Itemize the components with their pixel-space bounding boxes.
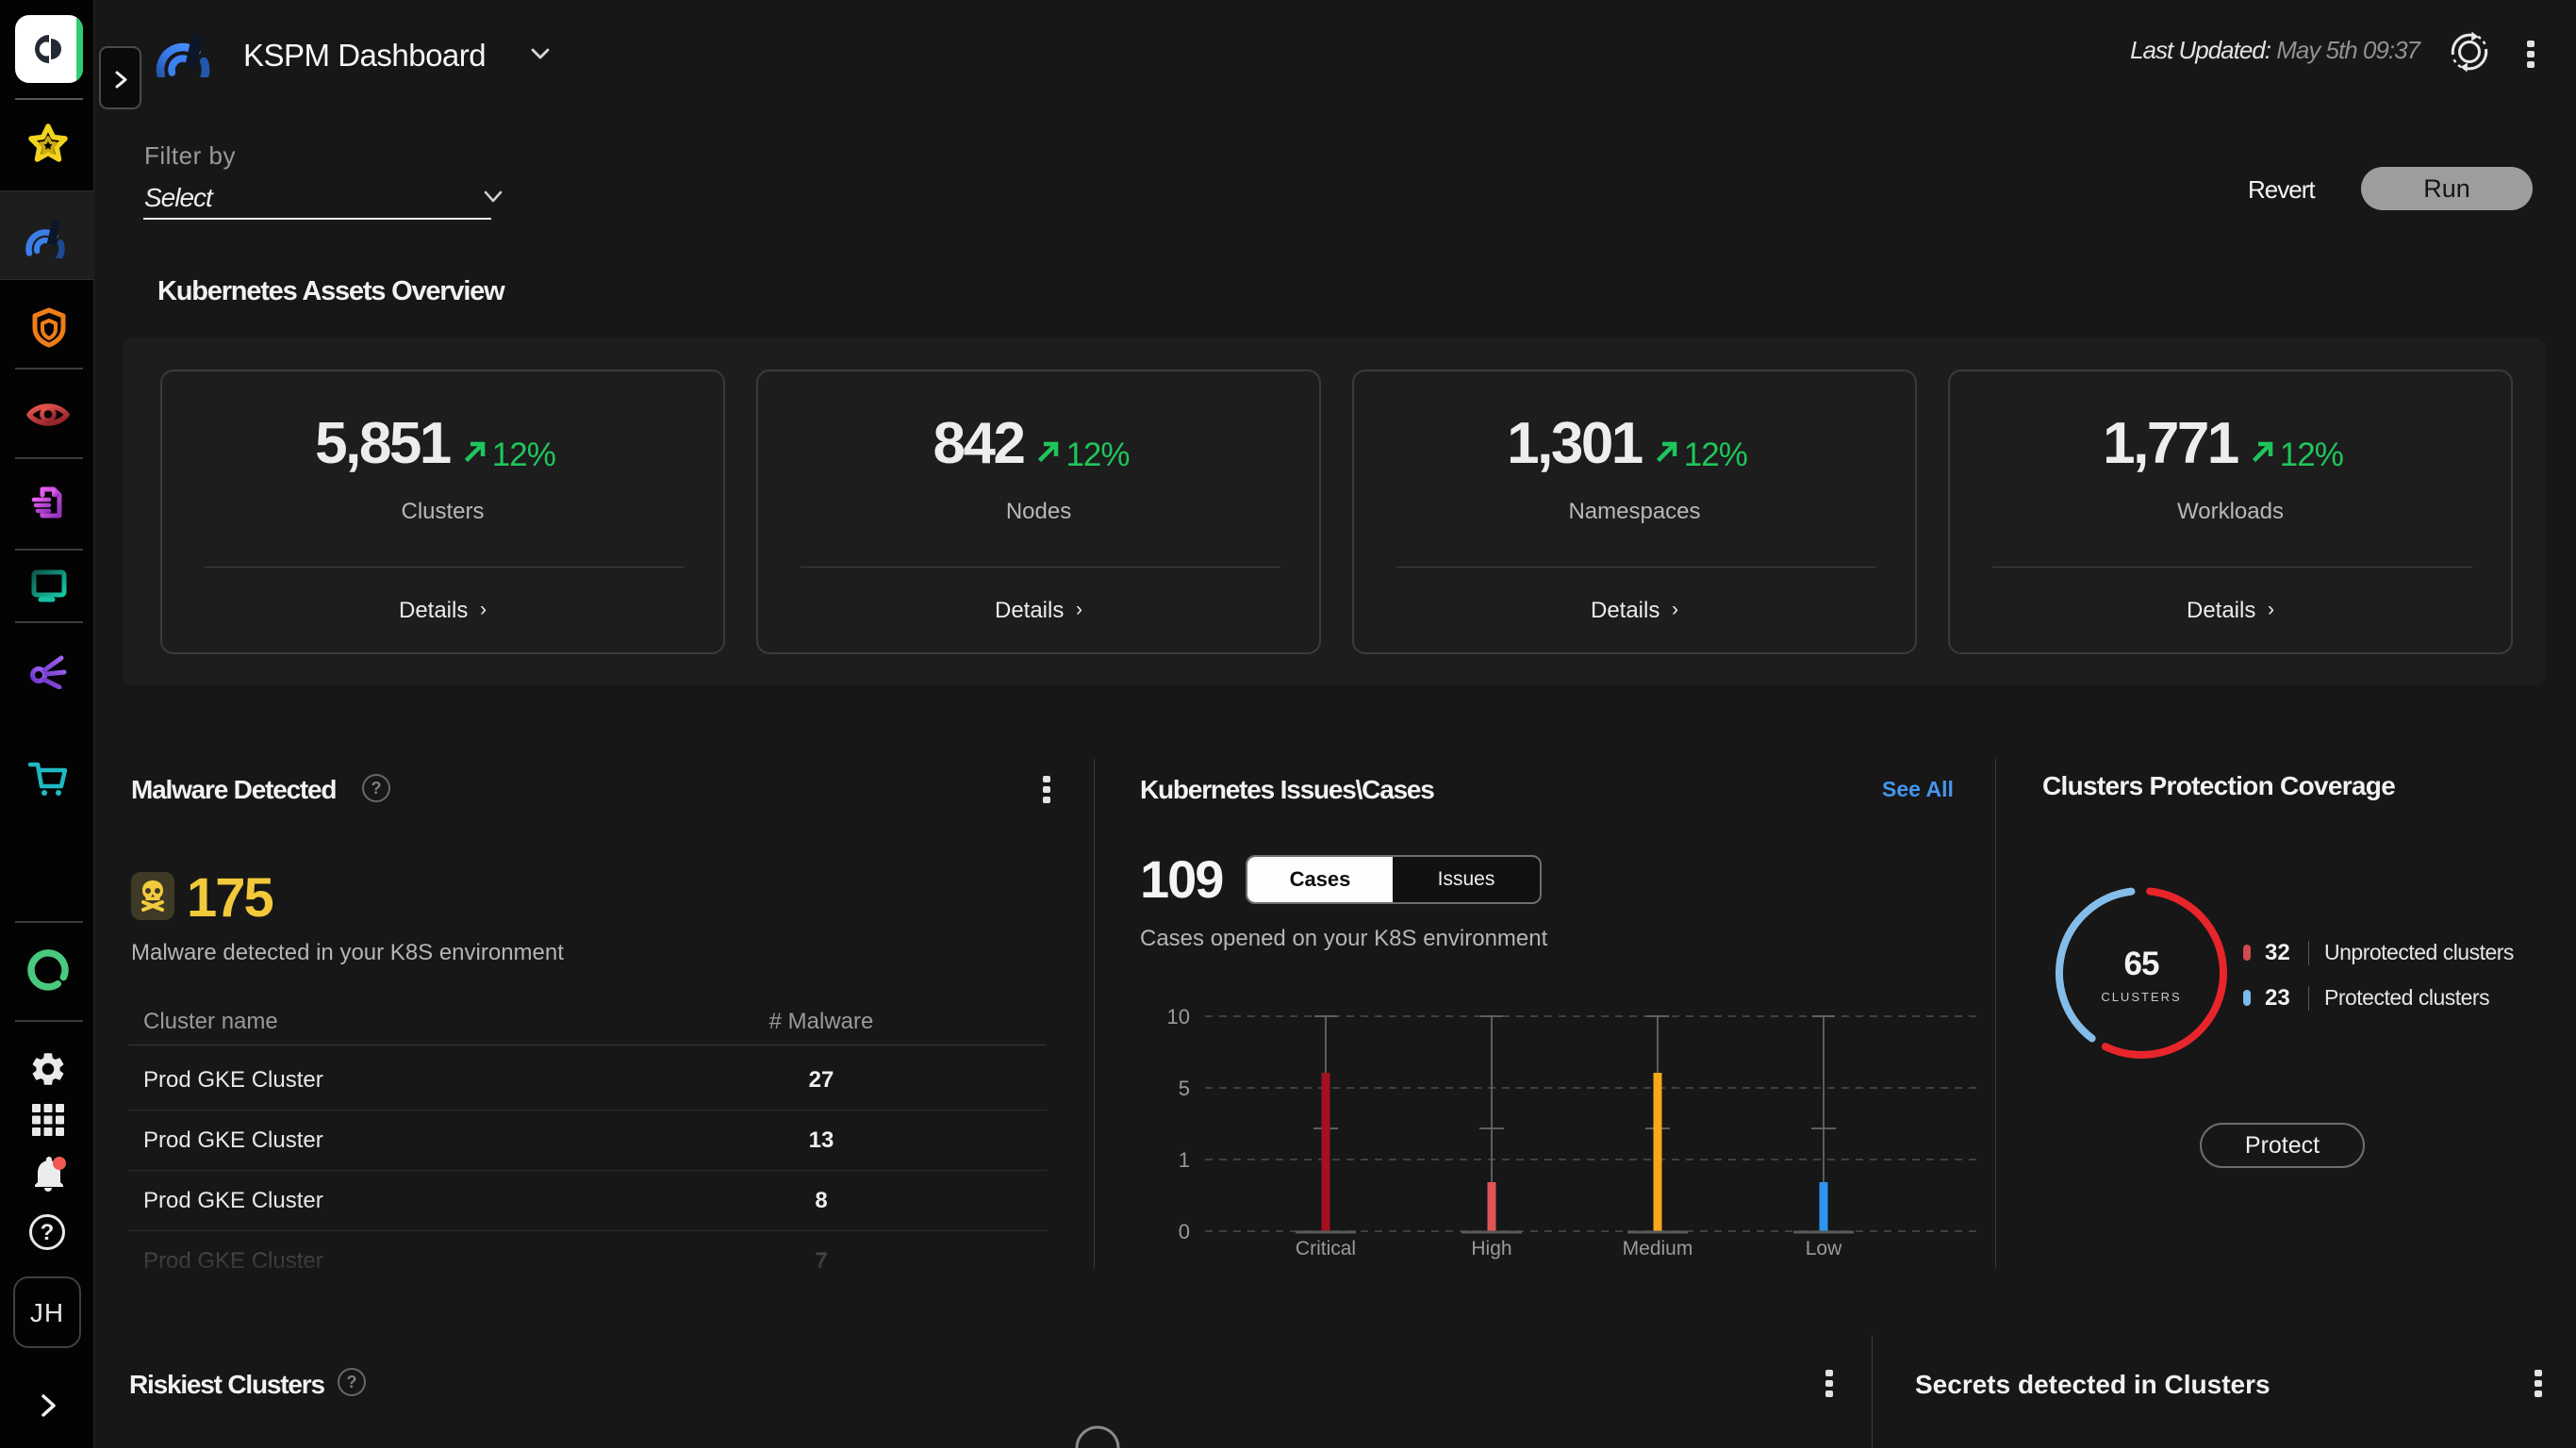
svg-text:5: 5 [1179, 1077, 1190, 1100]
svg-text:0: 0 [1179, 1220, 1190, 1243]
svg-text:1: 1 [1179, 1148, 1190, 1172]
svg-text:10: 10 [1167, 1005, 1190, 1028]
